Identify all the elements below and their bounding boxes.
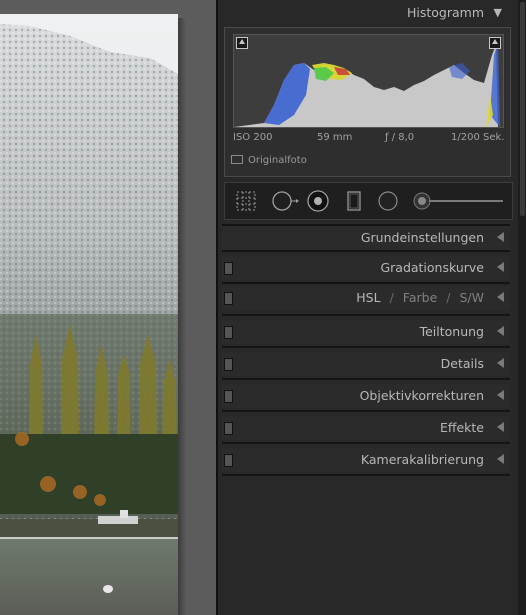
expand-triangle-icon[interactable] xyxy=(497,390,504,400)
highlight-clipping-button[interactable] xyxy=(489,37,501,49)
collapse-triangle-icon[interactable]: ▼ xyxy=(494,6,502,19)
section-details[interactable]: Details xyxy=(222,352,510,376)
graduated-filter-icon[interactable] xyxy=(343,190,365,212)
section-divider xyxy=(222,474,510,476)
expand-triangle-icon[interactable] xyxy=(497,358,504,368)
crop-overlay-icon[interactable] xyxy=(235,190,257,212)
section-divider xyxy=(222,346,510,348)
expand-triangle-icon[interactable] xyxy=(497,292,504,302)
shadow-clipping-button[interactable] xyxy=(236,37,248,49)
section-toggle-switch[interactable] xyxy=(224,390,233,403)
panel-scrollbar-thumb[interactable] xyxy=(520,2,525,216)
expand-triangle-icon[interactable] xyxy=(497,454,504,464)
section-toggle-switch[interactable] xyxy=(224,326,233,339)
section-label: Teiltonung xyxy=(419,324,484,339)
shutter-value: 1/200 Sek. xyxy=(451,132,505,143)
panel-scrollbar[interactable] xyxy=(518,0,526,615)
histogram-header[interactable]: Histogramm ▼ xyxy=(218,0,518,26)
section-divider xyxy=(222,250,510,252)
expand-triangle-icon[interactable] xyxy=(497,422,504,432)
section-toggle-switch[interactable] xyxy=(224,454,233,467)
section-label: Kamerakalibrierung xyxy=(360,452,484,467)
expand-triangle-icon[interactable] xyxy=(497,232,504,242)
expand-triangle-icon[interactable] xyxy=(497,262,504,272)
section-label: Details xyxy=(440,356,484,371)
adjustment-brush-slider[interactable] xyxy=(413,190,505,212)
photo-preview[interactable] xyxy=(0,14,178,615)
expand-triangle-icon[interactable] xyxy=(497,326,504,336)
section-divider xyxy=(222,314,510,316)
section-label: Gradationskurve xyxy=(380,260,484,275)
section-toggle-switch[interactable] xyxy=(224,262,233,275)
section-effekte[interactable]: Effekte xyxy=(222,416,510,440)
original-photo-checkbox[interactable] xyxy=(231,155,243,164)
section-objektivkorrekturen[interactable]: Objektivkorrekturen xyxy=(222,384,510,408)
develop-right-panel: Histogramm ▼ ISO 200 59 mm ƒ / 8,0 1/200… xyxy=(218,0,526,615)
section-divider xyxy=(222,282,510,284)
section-toggle-switch[interactable] xyxy=(224,292,233,305)
section-teiltonung[interactable]: Teiltonung xyxy=(222,320,510,344)
original-photo-toggle[interactable]: Originalfoto xyxy=(231,155,307,166)
section-label: Effekte xyxy=(439,420,484,435)
section-divider xyxy=(222,378,510,380)
tab-separator: / xyxy=(389,290,394,305)
photo-landscape-image xyxy=(0,14,178,615)
section-kamerakalibrierung[interactable]: Kamerakalibrierung xyxy=(222,448,510,472)
histogram-curve xyxy=(234,43,500,127)
section-divider xyxy=(222,410,510,412)
histogram-graph[interactable] xyxy=(233,34,504,128)
hsl-tab[interactable]: HSL xyxy=(356,290,380,305)
aperture-value: ƒ / 8,0 xyxy=(385,132,415,143)
red-eye-icon[interactable] xyxy=(307,190,329,212)
tool-strip xyxy=(224,182,513,220)
photo-canvas xyxy=(0,0,216,615)
section-grundeinstellungen[interactable]: Grundeinstellungen xyxy=(222,226,510,250)
iso-value: ISO 200 xyxy=(233,132,273,143)
section-label: Objektivkorrekturen xyxy=(359,388,484,403)
original-photo-label: Originalfoto xyxy=(248,155,307,166)
photo-shadow xyxy=(178,18,186,615)
farbe-tab[interactable]: Farbe xyxy=(403,290,437,305)
sw-tab[interactable]: S/W xyxy=(459,290,484,305)
section-label: Grundeinstellungen xyxy=(360,230,484,245)
histogram-panel: ISO 200 59 mm ƒ / 8,0 1/200 Sek. Origina… xyxy=(224,27,511,177)
histogram-title: Histogramm xyxy=(406,5,484,20)
spot-removal-icon[interactable] xyxy=(271,190,301,212)
section-toggle-switch[interactable] xyxy=(224,422,233,435)
section-gradationskurve[interactable]: Gradationskurve xyxy=(222,256,510,280)
focal-length-value: 59 mm xyxy=(317,132,353,143)
section-hsl-farbe-sw[interactable]: HSL / Farbe / S/W xyxy=(222,286,510,310)
section-divider xyxy=(222,442,510,444)
section-toggle-switch[interactable] xyxy=(224,358,233,371)
radial-filter-icon[interactable] xyxy=(377,190,399,212)
tab-separator: / xyxy=(446,290,451,305)
